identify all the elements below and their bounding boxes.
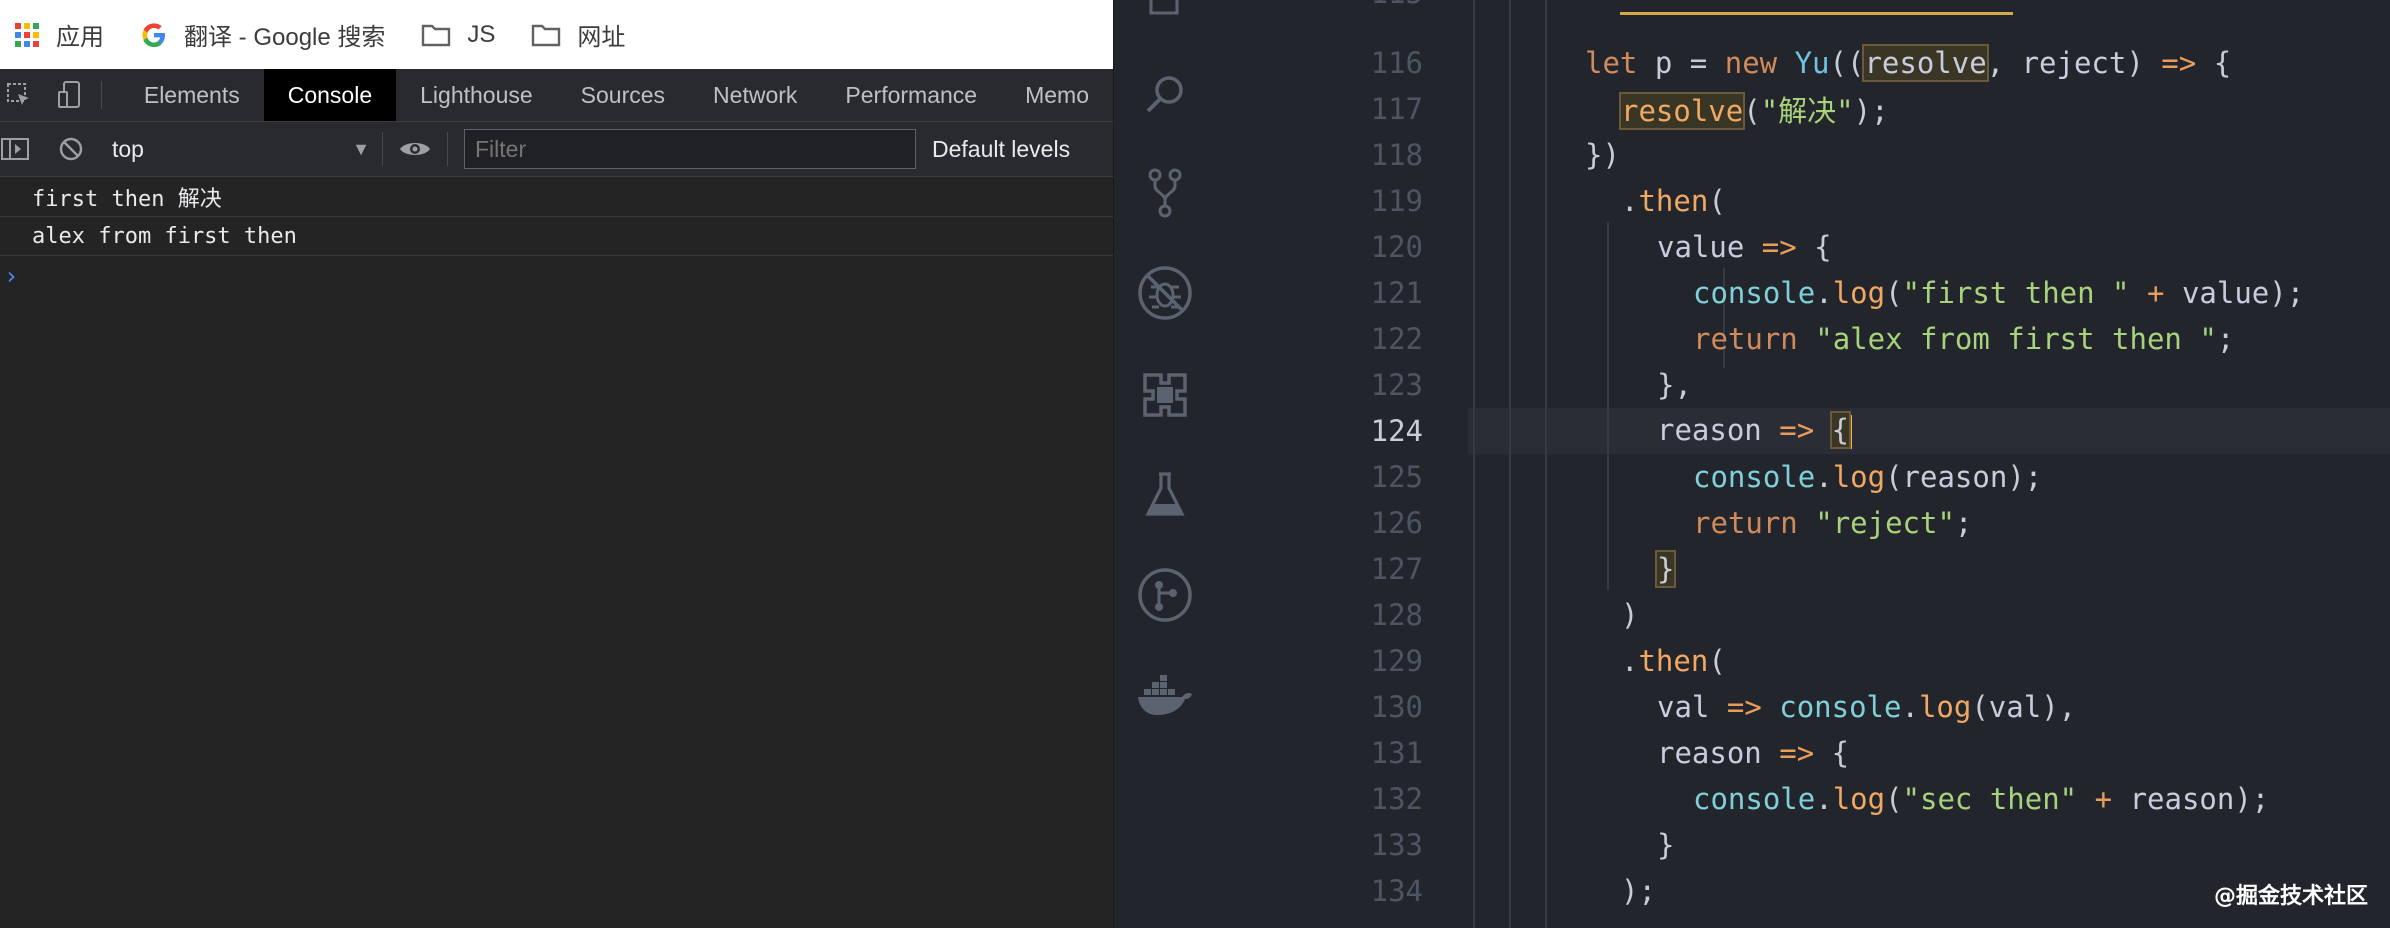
console-filter-input[interactable] (464, 129, 916, 169)
line-number: 129 (1370, 644, 1423, 678)
toolbar-divider (447, 132, 448, 166)
context-value: top (112, 135, 144, 162)
console-output: first then 解决 alex from first then (0, 178, 1113, 256)
bookmark-folder-js[interactable]: JS (421, 21, 495, 49)
context-selector[interactable]: top ▼ (112, 129, 382, 169)
folder-icon (421, 23, 451, 47)
line-number: 123 (1370, 368, 1423, 402)
line-number: 133 (1370, 828, 1423, 862)
code-line: 133 } (1213, 822, 2390, 868)
code-line: 120 value => { (1213, 224, 2390, 270)
device-toolbar-icon[interactable] (52, 69, 86, 121)
line-number: 128 (1370, 598, 1423, 632)
eye-icon[interactable] (395, 138, 435, 160)
google-icon (140, 21, 168, 49)
code-line: 132 console.log("sec then" + reason); (1213, 776, 2390, 822)
console-log-line: alex from first then (0, 217, 1113, 256)
console-log-line: first then 解决 (0, 178, 1113, 217)
folder-icon (531, 23, 561, 47)
explorer-icon[interactable] (1130, 0, 1200, 32)
code-line: 125 console.log(reason); (1213, 454, 2390, 500)
line-number: 116 (1370, 46, 1423, 80)
vscode-window: 115 116 let p = new Yu((resolve, reject)… (1113, 0, 2390, 928)
tab-console[interactable]: Console (263, 69, 397, 121)
line-number: 121 (1370, 276, 1423, 310)
code-line: 117 resolve("解决"); (1213, 86, 2390, 132)
tab-network[interactable]: Network (689, 69, 821, 121)
sidebar-toggle-icon[interactable] (0, 137, 30, 161)
line-number: 130 (1370, 690, 1423, 724)
line-number: 134 (1370, 874, 1423, 908)
code-line: 116 let p = new Yu((resolve, reject) => … (1213, 40, 2390, 86)
bookmark-label: 网址 (577, 24, 626, 51)
apps-grid-icon (14, 22, 40, 48)
bracket-highlight-underline (1620, 12, 2013, 15)
tab-memory[interactable]: Memo (1001, 69, 1113, 121)
code-line: 131 reason => { (1213, 730, 2390, 776)
code-line: 122 return "alex from first then "; (1213, 316, 2390, 362)
line-number: 119 (1370, 184, 1423, 218)
code-line: 126 return "reject"; (1213, 500, 2390, 546)
code-line-active: 124 reason => { (1213, 408, 2390, 454)
bookmark-folder-urls[interactable]: 网址 (531, 17, 625, 52)
devtools-tab-bar: Elements Console Lighthouse Sources Netw… (0, 69, 1113, 122)
bookmark-google-translate[interactable]: 翻译 - Google 搜索 (140, 17, 385, 52)
code-line: 127 } (1213, 546, 2390, 592)
line-number: 118 (1370, 138, 1423, 172)
text-cursor (1849, 415, 1853, 449)
clear-console-icon[interactable] (56, 136, 86, 162)
bookmark-label: JS (467, 20, 496, 48)
search-icon[interactable] (1130, 60, 1200, 130)
bookmark-label: 应用 (56, 24, 104, 51)
line-number: 127 (1370, 552, 1423, 586)
line-number: 122 (1370, 322, 1423, 356)
code-line: 128 ) (1213, 592, 2390, 638)
line-number: 115 (1213, 0, 1423, 10)
bookmark-apps[interactable]: 应用 (14, 17, 104, 52)
console-toolbar: top ▼ Default levels (0, 122, 1113, 177)
code-line: 129 .then( (1213, 638, 2390, 684)
line-number: 131 (1370, 736, 1423, 770)
line-number: 132 (1370, 782, 1423, 816)
line-number: 120 (1370, 230, 1423, 264)
console-prompt-icon[interactable]: › (4, 262, 18, 290)
line-number: 126 (1370, 506, 1423, 540)
code-line: 119 .then( (1213, 178, 2390, 224)
activity-bar (1113, 0, 1213, 928)
line-number: 124 (1370, 414, 1423, 448)
code-line: 118 }) (1213, 132, 2390, 178)
extensions-icon[interactable] (1130, 360, 1200, 430)
remote-git-icon[interactable] (1130, 560, 1200, 630)
watermark-label: @掘金技术社区 (2213, 884, 2368, 909)
source-control-icon[interactable] (1130, 158, 1200, 228)
tab-elements[interactable]: Elements (120, 69, 264, 121)
inspect-element-icon[interactable] (2, 69, 36, 121)
toolbar-divider (100, 81, 102, 109)
code-line: 130 val => console.log(val), (1213, 684, 2390, 730)
code-editor[interactable]: 115 116 let p = new Yu((resolve, reject)… (1213, 0, 2390, 928)
code-line: 123 }, (1213, 362, 2390, 408)
tab-sources[interactable]: Sources (557, 69, 689, 121)
run-debug-icon[interactable] (1130, 258, 1200, 328)
docker-whale-icon[interactable] (1130, 660, 1200, 730)
bookmarks-bar: 应用 翻译 - Google 搜索 JS 网址 (0, 0, 1113, 69)
line-number: 125 (1370, 460, 1423, 494)
bookmark-label: 翻译 - Google 搜索 (184, 24, 386, 51)
caret-down-icon: ▼ (352, 138, 370, 159)
line-number: 117 (1370, 92, 1423, 126)
testing-flask-icon[interactable] (1130, 460, 1200, 530)
tab-lighthouse[interactable]: Lighthouse (396, 69, 557, 121)
chrome-devtools-panel: 应用 翻译 - Google 搜索 JS 网址 Elements Console… (0, 0, 1113, 928)
log-levels-dropdown[interactable]: Default levels (932, 136, 1070, 163)
toolbar-divider (382, 132, 383, 166)
code-line: 121 console.log("first then " + value); (1213, 270, 2390, 316)
tab-performance[interactable]: Performance (821, 69, 1001, 121)
